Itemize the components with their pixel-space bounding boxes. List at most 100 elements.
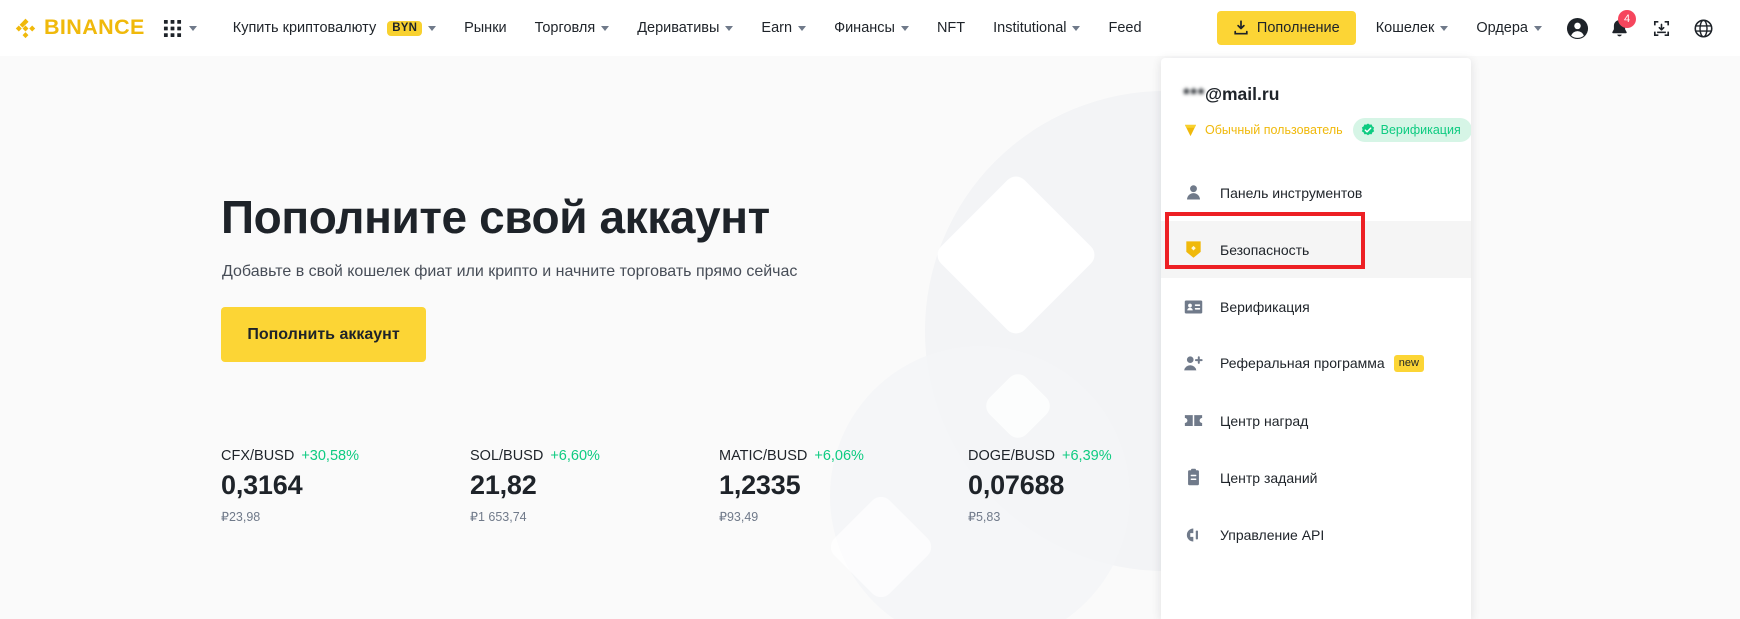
menu-item-label: Центр заданий: [1220, 470, 1318, 486]
chevron-down-icon: [798, 25, 807, 31]
nav-label: Earn: [761, 20, 793, 36]
account-dropdown-menu: ***@mail.ru Обычный пользователь Верифик…: [1161, 58, 1471, 619]
binance-logo[interactable]: BINANCE: [14, 17, 145, 40]
nav-item-finance[interactable]: Финансы: [820, 0, 923, 56]
ticker-price: 1,2335: [719, 470, 801, 500]
ticker-price: 21,82: [470, 470, 537, 500]
menu-item-text: Центр наград: [1220, 412, 1309, 429]
ticker-card[interactable]: SOL/BUSD +6,60% 21,82 ₽1 653,74: [470, 448, 719, 524]
nav-label: Финансы: [834, 20, 895, 36]
user-circle-icon: [1566, 17, 1588, 39]
nav-item-orders[interactable]: Ордера: [1462, 0, 1556, 56]
clipboard-icon: [1183, 468, 1203, 488]
language-region-button[interactable]: [1682, 0, 1724, 56]
nav-item-markets[interactable]: Рынки: [450, 0, 521, 56]
nav-label: Деривативы: [637, 20, 720, 36]
nav-item-nft[interactable]: NFT: [923, 0, 979, 56]
ticker-fiat-price: ₽1 653,74: [470, 509, 527, 524]
ticket-icon: [1183, 411, 1203, 431]
nav-label: Ордера: [1476, 20, 1528, 36]
ticker-price: 0,3164: [221, 470, 303, 500]
ticker-fiat-price: ₽23,98: [221, 509, 261, 524]
menu-item-text: Панель инструментов: [1220, 184, 1363, 201]
person-icon: [1183, 183, 1203, 203]
notifications-button[interactable]: 4: [1598, 0, 1640, 56]
status-badge-label: Верификация: [1380, 123, 1461, 137]
verified-badge-icon: [1361, 123, 1374, 136]
chevron-down-icon: [900, 25, 909, 31]
ticker-change: +6,06%: [814, 448, 864, 464]
diamond-icon: [1184, 124, 1197, 136]
menu-item-label: Безопасность: [1220, 242, 1309, 258]
currency-badge: BYN: [387, 20, 423, 36]
menu-item-referral[interactable]: Реферальная программа new: [1161, 335, 1471, 392]
ticker-change: +6,60%: [550, 448, 600, 464]
secondary-nav: Кошелек Ордера 4: [1362, 0, 1724, 56]
ticker-card[interactable]: MATIC/BUSD +6,06% 1,2335 ₽93,49: [719, 448, 968, 524]
download-app-icon: [1653, 20, 1669, 36]
menu-item-label: Реферальная программа new: [1220, 354, 1424, 373]
account-email-masked: ***: [1183, 84, 1205, 104]
menu-item-dashboard[interactable]: Панель инструментов: [1161, 164, 1471, 221]
chevron-down-icon: [601, 25, 610, 31]
nav-item-wallet[interactable]: Кошелек: [1362, 0, 1463, 56]
binance-logo-text: BINANCE: [44, 15, 145, 40]
hero-section: Пополните свой аккаунт Добавьте в свой к…: [0, 56, 1740, 619]
nav-item-institutional[interactable]: Institutional: [979, 0, 1094, 56]
nav-label: Купить криптовалюту: [232, 20, 377, 36]
menu-item-label: Управление API: [1220, 527, 1324, 543]
menu-item-task-center[interactable]: Центр заданий: [1161, 449, 1471, 506]
account-menu-list: Панель инструментов Безопасность Верифик…: [1161, 164, 1471, 563]
account-dropdown-header: ***@mail.ru Обычный пользователь Верифик…: [1161, 58, 1471, 142]
ticker-change: +6,39%: [1062, 448, 1112, 464]
deposit-account-button[interactable]: Пополнить аккаунт: [221, 307, 426, 362]
apps-menu-button[interactable]: [163, 19, 197, 38]
menu-item-text: Центр заданий: [1220, 469, 1318, 486]
chevron-down-icon: [428, 25, 437, 31]
menu-item-text: Управление API: [1220, 526, 1325, 543]
person-add-icon: [1183, 354, 1203, 374]
nav-label: Торговля: [534, 20, 596, 36]
ticker-change: +30,58%: [301, 448, 359, 464]
nav-item-trade[interactable]: Торговля: [521, 0, 624, 56]
menu-item-rewards[interactable]: Центр наград: [1161, 392, 1471, 449]
chevron-down-icon: [1440, 25, 1449, 31]
nav-item-earn[interactable]: Earn: [747, 0, 820, 56]
ticker-header: CFX/BUSD +30,58%: [221, 448, 470, 464]
menu-item-text: Реферальная программа: [1220, 355, 1385, 372]
notification-count-badge: 4: [1618, 10, 1636, 28]
new-badge: new: [1393, 354, 1424, 373]
nav-item-derivatives[interactable]: Деривативы: [623, 0, 747, 56]
deposit-button[interactable]: Пополнение: [1216, 11, 1356, 45]
user-tier-label: Обычный пользователь: [1205, 123, 1343, 137]
menu-item-label: Верификация: [1220, 299, 1310, 315]
ticker-pair: DOGE/BUSD: [968, 448, 1056, 464]
nav-item-buy-crypto[interactable]: Купить криптовалюту BYN: [219, 0, 450, 56]
ticker-card[interactable]: CFX/BUSD +30,58% 0,3164 ₽23,98: [221, 448, 470, 524]
page-title: Пополните свой аккаунт: [221, 191, 770, 243]
top-navbar: BINANCE Купить криптовалюту BYN Рынки То…: [0, 0, 1740, 56]
menu-item-api-management[interactable]: Управление API: [1161, 506, 1471, 563]
hero-content: Пополните свой аккаунт Добавьте в свой к…: [0, 56, 1740, 619]
menu-item-label: Панель инструментов: [1220, 185, 1362, 201]
ticker-pair: SOL/BUSD: [470, 448, 544, 464]
status-badge[interactable]: Верификация: [1352, 118, 1471, 142]
account-menu-button[interactable]: [1556, 0, 1598, 56]
download-app-button[interactable]: [1640, 0, 1682, 56]
grid-apps-icon: [163, 19, 181, 37]
chevron-down-icon: [188, 25, 197, 31]
deposit-button-label: Пополнение: [1256, 20, 1340, 36]
ticker-header: MATIC/BUSD +6,06%: [719, 448, 968, 464]
account-tags: Обычный пользователь Верификация: [1183, 118, 1471, 142]
nav-label: NFT: [936, 20, 966, 36]
nav-label: Institutional: [993, 20, 1067, 36]
nav-label: Feed: [1108, 20, 1142, 36]
menu-item-security[interactable]: Безопасность: [1161, 221, 1471, 278]
globe-icon: [1693, 18, 1713, 38]
menu-item-verification[interactable]: Верификация: [1161, 278, 1471, 335]
chevron-down-icon: [1534, 25, 1542, 31]
menu-item-text: Верификация: [1220, 298, 1310, 315]
nav-item-feed[interactable]: Feed: [1094, 0, 1155, 56]
menu-item-text: Безопасность: [1220, 241, 1310, 258]
nav-label: Рынки: [464, 20, 507, 36]
